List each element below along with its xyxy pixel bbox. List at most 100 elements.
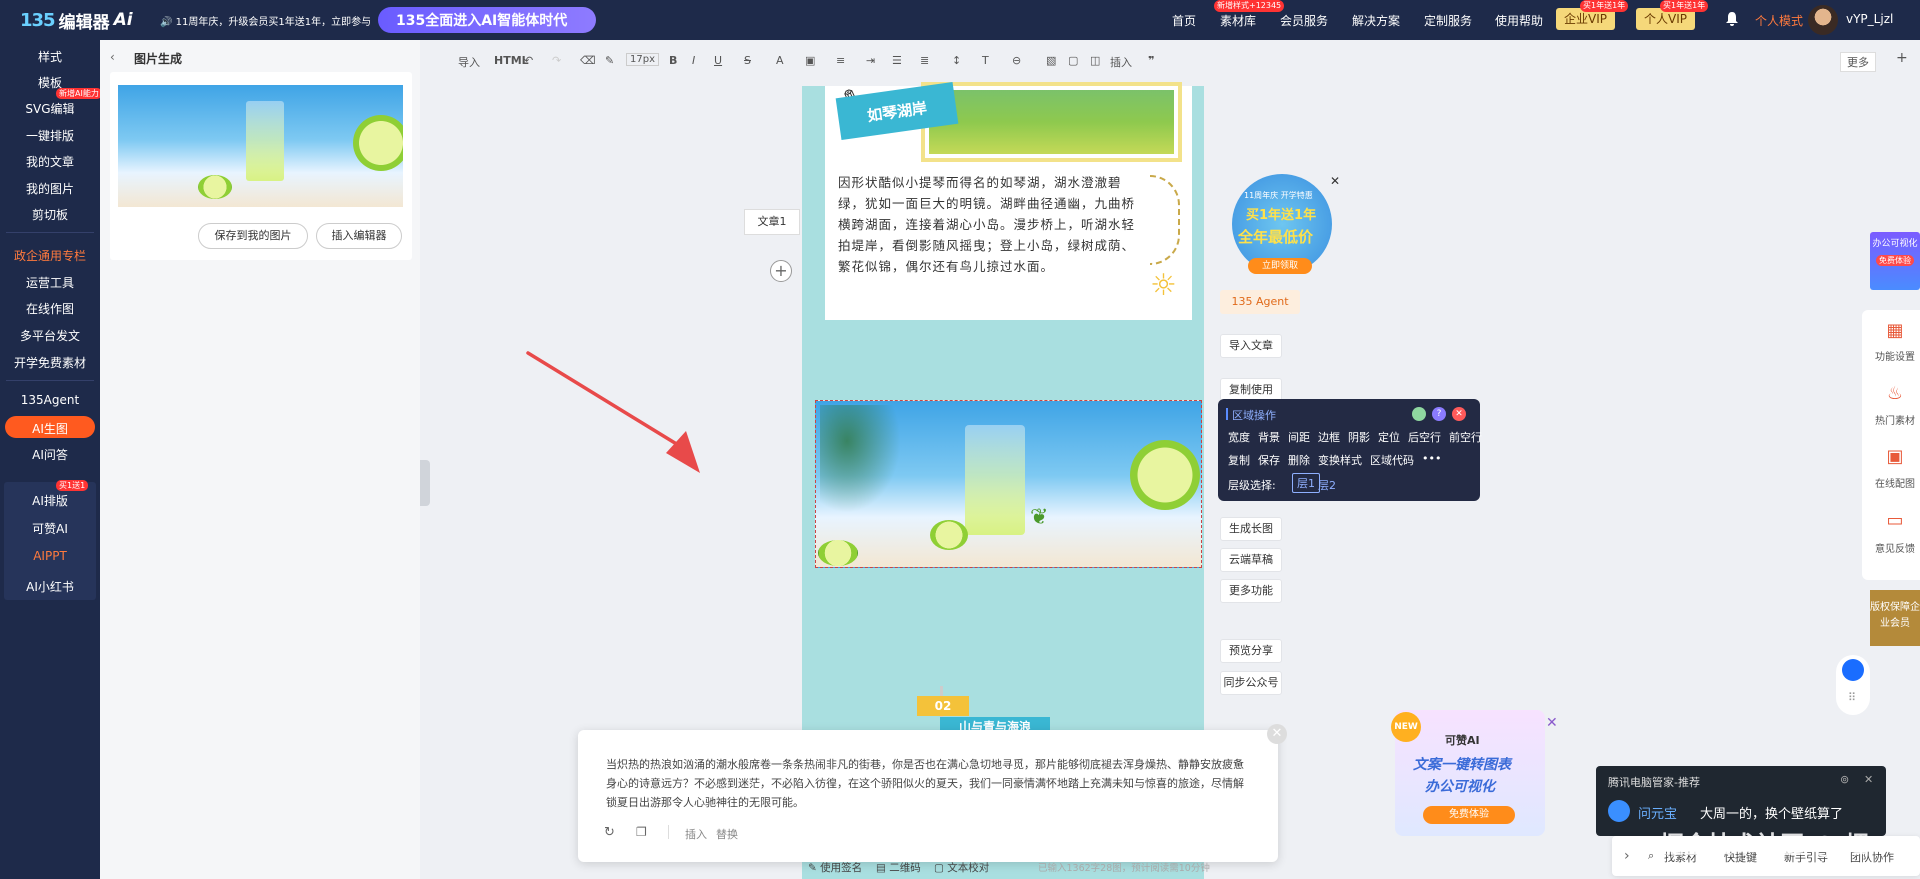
article-paragraph[interactable]: 因形状酷似小提琴而得名的如琴湖，湖水澄澈碧绿，犹如一面巨大的明镜。湖畔曲径通幽，…: [838, 172, 1135, 277]
135-agent-button[interactable]: 135 Agent: [1220, 290, 1300, 314]
replace-result-button[interactable]: 替换: [716, 826, 738, 842]
kezan-cta[interactable]: 免费体验: [1423, 806, 1515, 824]
image-icon[interactable]: ▣: [1870, 446, 1920, 467]
cloud-draft-button[interactable]: 云端草稿: [1220, 548, 1282, 572]
bell-icon[interactable]: [1725, 11, 1739, 27]
plus-icon[interactable]: +: [1896, 50, 1908, 66]
logo[interactable]: 135 编辑器 Ai: [20, 8, 133, 33]
nav-member[interactable]: 会员服务: [1280, 12, 1328, 29]
insert-editor-button[interactable]: 插入编辑器: [316, 223, 402, 249]
eraser-icon[interactable]: ⌫: [580, 54, 596, 67]
copy-icon[interactable]: ❐: [636, 825, 647, 839]
image-icon[interactable]: ▢: [1068, 54, 1078, 67]
chat-bubble-icon[interactable]: [1842, 659, 1864, 681]
sidebar-item-online-draw[interactable]: 在线作图: [0, 300, 100, 317]
format-painter-icon[interactable]: ✎: [605, 54, 614, 67]
close-icon[interactable]: ✕: [1330, 174, 1340, 188]
layer-2-option[interactable]: 层2: [1318, 477, 1336, 493]
sidebar-item-kezan-ai[interactable]: 可赞AI: [0, 520, 100, 537]
region-delete[interactable]: 删除: [1288, 452, 1310, 468]
add-document-icon[interactable]: +: [770, 260, 792, 282]
ad-cta-button[interactable]: 立即领取: [1248, 258, 1312, 274]
qrcode-button[interactable]: ▤ 二维码: [876, 860, 921, 875]
close-icon[interactable]: ✕: [1546, 715, 1558, 731]
sidebar-item-aippt[interactable]: AIPPT: [0, 549, 100, 563]
sidebar-item-multi-platform[interactable]: 多平台发文: [0, 327, 100, 344]
region-spacing[interactable]: 间距: [1288, 429, 1310, 445]
feedback-icon[interactable]: ▭: [1870, 510, 1920, 531]
import-article-button[interactable]: 导入文章: [1220, 334, 1282, 358]
sidebar-item-style[interactable]: 样式: [0, 48, 100, 65]
region-width[interactable]: 宽度: [1228, 429, 1250, 445]
nav-home[interactable]: 首页: [1172, 12, 1196, 29]
region-copy[interactable]: 复制: [1228, 452, 1250, 468]
more-functions-button[interactable]: 更多功能: [1220, 579, 1282, 603]
nav-help[interactable]: 使用帮助: [1495, 12, 1543, 29]
undo-icon[interactable]: ↶: [524, 54, 533, 67]
proofread-button[interactable]: ▢ 文本校对: [934, 860, 989, 875]
promo-ad-top[interactable]: 11周年庆 开学特惠 买1年送1年 全年最低价 立即领取 ✕: [1222, 174, 1342, 284]
sidebar-item-ai-layout[interactable]: AI排版: [0, 492, 100, 509]
avatar[interactable]: [1808, 5, 1838, 35]
insert-menu[interactable]: 插入: [1110, 54, 1132, 70]
nav-materials[interactable]: 素材库: [1220, 12, 1256, 29]
chevron-right-icon[interactable]: ›: [1624, 848, 1630, 864]
generated-image-thumbnail[interactable]: [118, 85, 403, 207]
copyright-enterprise-ad[interactable]: 版权保障企业会员: [1870, 590, 1920, 646]
sidebar-item-my-articles[interactable]: 我的文章: [0, 153, 100, 170]
help-icon[interactable]: ?: [1432, 407, 1446, 421]
list-icon[interactable]: ≣: [920, 54, 929, 67]
underline-icon[interactable]: U: [714, 54, 722, 67]
sidebar-item-svg[interactable]: SVG编辑: [0, 100, 100, 117]
quote-icon[interactable]: ❞: [1148, 54, 1154, 67]
video-icon[interactable]: ◫: [1090, 54, 1100, 67]
sidebar-item-135agent[interactable]: 135Agent: [0, 393, 100, 407]
close-icon[interactable]: ✕: [1864, 773, 1873, 786]
grid-icon[interactable]: ▦: [1870, 320, 1920, 341]
document-tab[interactable]: 文章1: [744, 209, 800, 235]
online-image-button[interactable]: 在线配图: [1870, 475, 1920, 490]
hot-materials-button[interactable]: 热门素材: [1870, 412, 1920, 427]
generate-long-image-button[interactable]: 生成长图: [1220, 517, 1282, 541]
close-icon[interactable]: ✕: [1452, 407, 1466, 421]
sidebar-item-ai-xiaohongshu[interactable]: AI小红书: [0, 578, 100, 595]
office-visual-ad[interactable]: 办公可视化 免费体验: [1870, 232, 1920, 290]
divider-icon[interactable]: ⊖: [1012, 54, 1021, 67]
font-color-icon[interactable]: A: [776, 54, 784, 67]
close-icon[interactable]: ✕: [1267, 724, 1287, 744]
personal-mode-toggle[interactable]: 个人模式: [1755, 12, 1803, 29]
promo-text[interactable]: 🔊 11周年庆，升级会员买1年送1年，立即参与: [160, 13, 371, 28]
search-icon[interactable]: ⌕: [1648, 849, 1654, 863]
sidebar-item-my-images[interactable]: 我的图片: [0, 180, 100, 197]
back-chevron-icon[interactable]: ‹: [110, 50, 115, 64]
grassland-image[interactable]: [921, 82, 1182, 162]
sidebar-section-gov[interactable]: 政企通用专栏: [0, 247, 100, 264]
region-code[interactable]: 区域代码: [1370, 452, 1414, 468]
username[interactable]: vYP_Ljzl: [1846, 12, 1893, 26]
import-menu[interactable]: 导入: [458, 54, 480, 70]
nav-custom[interactable]: 定制服务: [1424, 12, 1472, 29]
region-after-blank[interactable]: 后空行: [1408, 429, 1441, 445]
fire-icon[interactable]: ♨: [1870, 383, 1920, 404]
region-before-blank[interactable]: 前空行: [1449, 429, 1482, 445]
function-settings-button[interactable]: 功能设置: [1870, 348, 1920, 363]
preview-share-button[interactable]: 预览分享: [1220, 639, 1282, 663]
line-height-icon[interactable]: ↕: [952, 54, 961, 67]
save-to-my-images-button[interactable]: 保存到我的图片: [198, 223, 308, 249]
more-menu[interactable]: 更多: [1840, 52, 1876, 72]
align-icon[interactable]: ≡: [836, 54, 845, 67]
layer-1-option[interactable]: 层1: [1292, 473, 1320, 493]
sidebar-item-ai-qa[interactable]: AI问答: [0, 446, 100, 463]
letter-spacing-icon[interactable]: T: [982, 54, 989, 67]
region-position[interactable]: 定位: [1378, 429, 1400, 445]
region-background[interactable]: 背景: [1258, 429, 1280, 445]
panel-collapse-handle[interactable]: [420, 460, 430, 506]
sync-wechat-button[interactable]: 同步公众号: [1220, 671, 1282, 695]
region-change-style[interactable]: 变换样式: [1318, 452, 1362, 468]
region-shadow[interactable]: 阴影: [1348, 429, 1370, 445]
feedback-button[interactable]: 意见反馈: [1870, 540, 1920, 555]
signature-button[interactable]: ✎ 使用签名: [808, 860, 862, 875]
settings-icon[interactable]: ⊚: [1840, 773, 1849, 786]
drag-handle-icon[interactable]: ⠿: [1848, 691, 1856, 704]
nav-solutions[interactable]: 解决方案: [1352, 12, 1400, 29]
